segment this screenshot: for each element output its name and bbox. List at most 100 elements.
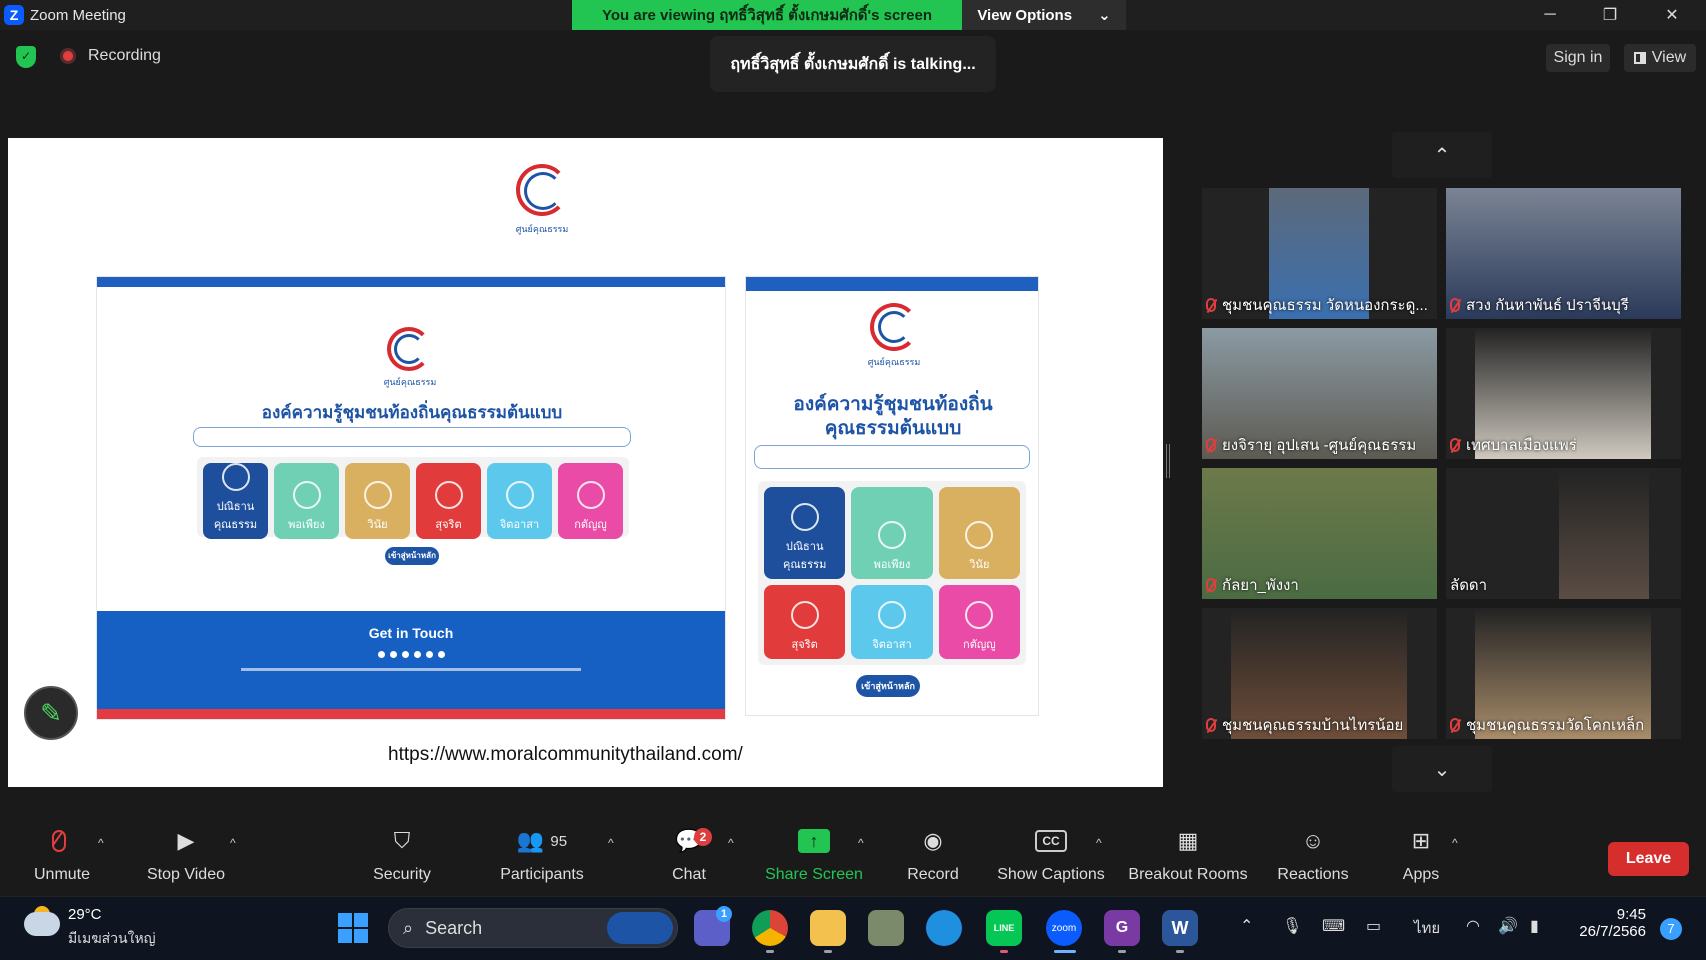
participants-button[interactable]: 👥 95 Participants	[490, 826, 594, 884]
participant-video-tile[interactable]: กัลยา_พังงา	[1202, 468, 1437, 599]
participant-video-tile[interactable]: เทศบาลเมืองแพร่	[1446, 328, 1681, 459]
value-symbol-icon	[790, 503, 819, 531]
participant-name-text: ลัดดา	[1450, 577, 1488, 594]
input-language[interactable]: ไทย	[1414, 916, 1440, 940]
participant-name-text: กัลยา_พังงา	[1222, 577, 1299, 594]
weather-temp[interactable]: 29°C	[68, 906, 102, 923]
chat-unread-badge: 2	[694, 828, 712, 846]
value-symbol-icon	[790, 601, 819, 629]
stop-video-button[interactable]: ▶ Stop Video	[138, 826, 234, 884]
tile-label: ปณิธาน คุณธรรม	[782, 541, 827, 571]
audio-options-caret[interactable]: ^	[98, 836, 104, 850]
participant-video-tile[interactable]: ยงจิรายุ อุปเสน -ศูนย์คุณธรรม	[1202, 328, 1437, 459]
social-icons	[97, 651, 725, 658]
participant-video-tile[interactable]: ชุมชนคุณธรรมบ้านไทรน้อย	[1202, 608, 1437, 739]
captions-options-caret[interactable]: ^	[1096, 836, 1102, 850]
value-symbol-icon	[434, 481, 463, 509]
battery-icon[interactable]: ▮	[1530, 916, 1539, 936]
value-symbol-icon	[877, 521, 906, 549]
muted-mic-icon	[1206, 438, 1216, 452]
share-screen-button[interactable]: ↑ Share Screen	[762, 826, 866, 884]
breakout-rooms-button[interactable]: ▦ Breakout Rooms	[1126, 826, 1250, 884]
reactions-button[interactable]: ☺ Reactions	[1276, 826, 1350, 884]
taskbar-search[interactable]: ⌕ Search	[388, 908, 678, 948]
participant-video-tile[interactable]: ลัดดา	[1446, 468, 1681, 599]
gallery-down-button[interactable]: ⌄	[1392, 746, 1492, 792]
chrome-icon[interactable]	[752, 910, 788, 946]
windows-start-icon[interactable]	[338, 913, 368, 943]
breakout-rooms-label: Breakout Rooms	[1128, 866, 1248, 883]
display-icon[interactable]: ▭	[1366, 916, 1381, 936]
participants-label: Participants	[500, 866, 584, 883]
encryption-shield-icon[interactable]: ✓	[16, 46, 36, 68]
minimize-button[interactable]: ─	[1520, 0, 1580, 30]
search-icon: ⌕	[403, 917, 414, 938]
taskbar-clock[interactable]: 9:45 26/7/2566	[1570, 906, 1646, 940]
mobile-logo-caption: ศูนย์คุณธรรม	[867, 357, 921, 367]
file-explorer-icon[interactable]	[810, 910, 846, 946]
value-symbol-icon	[877, 601, 906, 629]
restore-button[interactable]: ❐	[1580, 0, 1640, 30]
recording-icon[interactable]	[60, 48, 76, 64]
participants-options-caret[interactable]: ^	[608, 836, 614, 850]
word-running-indicator	[1176, 950, 1184, 953]
mobile-value-tile: จิตอาสา	[851, 585, 933, 659]
participant-video-tile[interactable]: ชุมชนคุณธรรม วัดหนองกระดู...	[1202, 188, 1437, 319]
participant-name: เทศบาลเมืองแพร่	[1450, 433, 1577, 457]
tile-label: วินัย	[367, 519, 388, 531]
leave-button[interactable]: Leave	[1608, 842, 1689, 876]
participant-name: ลัดดา	[1450, 573, 1487, 597]
app-feather-icon[interactable]	[868, 910, 904, 946]
apps-button[interactable]: ⊞ Apps	[1396, 826, 1446, 884]
tray-overflow-icon[interactable]: ⌃	[1240, 916, 1253, 936]
participants-count: 95	[550, 832, 568, 850]
view-options-button[interactable]: View Options ⌄	[962, 0, 1126, 30]
sign-in-button[interactable]: Sign in	[1546, 44, 1610, 72]
mobile-value-tile: กตัญญู	[938, 585, 1020, 659]
breakout-rooms-icon: ▦	[1177, 828, 1199, 853]
keyboard-icon[interactable]: ⌨	[1322, 916, 1345, 936]
unmute-button[interactable]: Unmute	[22, 826, 102, 884]
record-button[interactable]: ◉ Record	[900, 826, 966, 884]
view-button[interactable]: View	[1624, 44, 1696, 72]
volume-icon[interactable]: 🔊	[1498, 916, 1518, 936]
gallery-up-button[interactable]: ⌃	[1392, 132, 1492, 178]
chat-options-caret[interactable]: ^	[728, 836, 734, 850]
desktop-footer: Get in Touch	[97, 611, 725, 719]
desktop-value-tile: จิตอาสา	[487, 463, 552, 539]
edge-icon[interactable]	[926, 910, 962, 946]
zoom-app-icon[interactable]: zoom	[1046, 910, 1082, 946]
apps-options-caret[interactable]: ^	[1452, 836, 1458, 850]
desktop-value-tile: สุจริต	[416, 463, 481, 539]
pdf-app-icon[interactable]: G	[1104, 910, 1140, 946]
close-button[interactable]: ✕	[1642, 0, 1702, 30]
participant-video-tile[interactable]: สวง กันหาพันธ์ ปราจีนบุรี	[1446, 188, 1681, 319]
weather-desc[interactable]: มีเมฆส่วนใหญ่	[68, 928, 156, 950]
tile-label: จิตอาสา	[872, 639, 912, 651]
show-captions-button[interactable]: CC Show Captions	[996, 826, 1106, 884]
search-highlight-icon	[607, 912, 673, 944]
captions-cc-icon: CC	[996, 826, 1106, 856]
reactions-icon: ☺	[1301, 828, 1325, 853]
microphone-icon[interactable]: 🎙	[1282, 916, 1302, 936]
desktop-value-tile: กตัญญู	[558, 463, 623, 539]
pdf-running-indicator	[1118, 950, 1126, 953]
participant-name-text: เทศบาลเมืองแพร่	[1466, 437, 1577, 454]
mobile-site-search	[754, 445, 1030, 469]
line-app-icon[interactable]: LINE	[986, 910, 1022, 946]
panel-splitter-handle[interactable]	[1166, 444, 1170, 478]
share-options-caret[interactable]: ^	[858, 836, 864, 850]
value-symbol-icon	[965, 521, 994, 549]
mobile-site-screenshot: ศูนย์คุณธรรม องค์ความรู้ชุมชนท้องถิ่น คุ…	[745, 276, 1039, 716]
word-app-icon[interactable]: W	[1162, 910, 1198, 946]
mobile-site-title-2: คุณธรรมต้นแบบ	[824, 418, 962, 439]
shield-icon: ⛉	[393, 828, 411, 853]
annotate-pen-icon[interactable]: ✎	[24, 686, 78, 740]
notification-badge[interactable]: 7	[1660, 918, 1682, 940]
video-options-caret[interactable]: ^	[230, 836, 236, 850]
desktop-value-tile: พอเพียง	[274, 463, 339, 539]
desktop-home-button: เข้าสู่หน้าหลัก	[385, 547, 439, 565]
security-button[interactable]: ⛉ Security	[362, 826, 442, 884]
wifi-icon[interactable]: ◠	[1466, 916, 1480, 936]
participant-video-tile[interactable]: ชุมชนคุณธรรมวัดโคกเหล็ก	[1446, 608, 1681, 739]
